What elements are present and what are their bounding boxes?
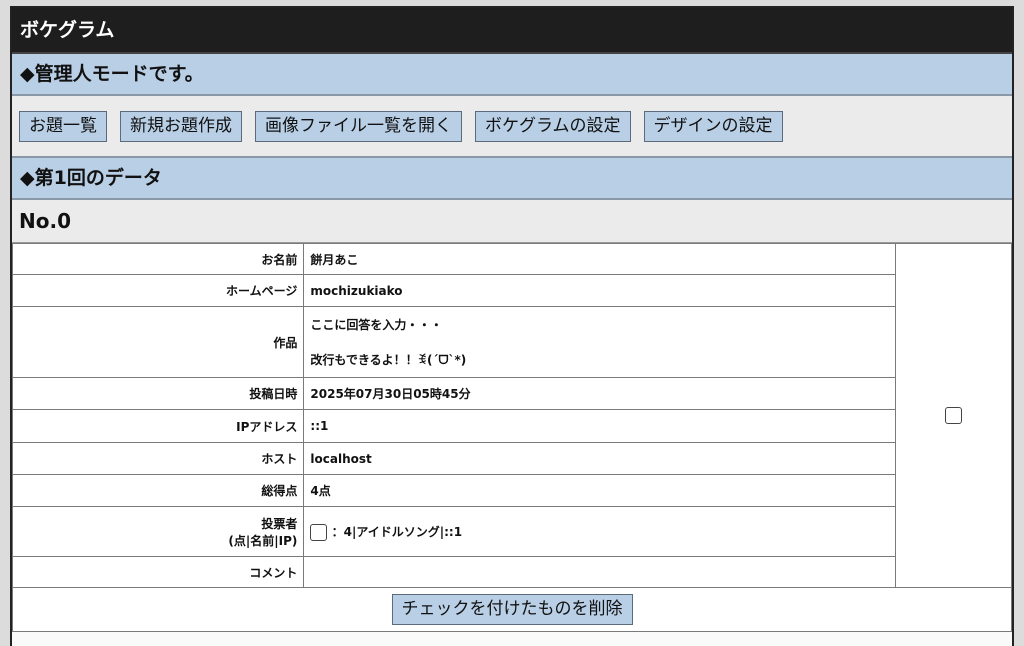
bokegram-settings-button[interactable]: ボケグラムの設定 [475, 110, 631, 142]
posted-value: 2025年07月30日05時45分 [303, 377, 897, 410]
voters-value: ：4|アイドルソング|::1 [303, 506, 897, 557]
voters-label-format: (点|名前|IP) [228, 533, 298, 548]
comment-label: コメント [12, 556, 305, 588]
ip-label: IPアドレス [12, 409, 305, 443]
host-label: ホスト [12, 442, 305, 475]
table-row: チェックを付けたものを削除 [12, 587, 1012, 632]
round-header: ◆第1回のデータ [12, 158, 1012, 200]
toolbar: お題一覧 新規お題作成 画像ファイル一覧を開く ボケグラムの設定 デザインの設定 [12, 96, 1012, 158]
table-row: お名前 餅月あこ [12, 243, 1012, 588]
vote-select-checkbox[interactable] [310, 523, 328, 541]
entry-select-cell [895, 243, 1012, 588]
work-label: 作品 [12, 306, 305, 378]
table-row: 投稿日時 2025年07月30日05時45分 [12, 377, 1012, 410]
topic-list-button[interactable]: お題一覧 [19, 110, 107, 142]
table-row: 総得点 4点 [12, 474, 1012, 507]
entry-select-checkbox[interactable] [945, 407, 963, 424]
table-row: ホームページ mochizukiako [12, 274, 1012, 307]
app-window: ボケグラム ◆管理人モードです。 お題一覧 新規お題作成 画像ファイル一覧を開く… [10, 6, 1014, 646]
work-line-2: 改行もできるよ！！ꉂ(ˊᗜˋ*) [310, 353, 467, 367]
name-label: お名前 [12, 243, 305, 275]
table-row: 投票者 (点|名前|IP) ：4|アイドルソング|::1 [12, 506, 1012, 557]
table-row: コメント [12, 556, 1012, 588]
work-value: ここに回答を入力・・・ 改行もできるよ！！ꉂ(ˊᗜˋ*) [303, 306, 897, 378]
image-file-list-button[interactable]: 画像ファイル一覧を開く [255, 110, 462, 142]
score-label: 総得点 [12, 474, 305, 507]
app-title: ボケグラム [12, 8, 1012, 54]
entry-table: お名前 餅月あこ ホームページ mochizukiako 作品 ここに回答を入力… [12, 243, 1012, 632]
comment-value [303, 556, 897, 588]
entry-number: No.0 [12, 200, 1012, 243]
table-row: ホスト localhost [12, 442, 1012, 475]
new-topic-button[interactable]: 新規お題作成 [120, 110, 242, 142]
host-value: localhost [303, 442, 897, 475]
score-value: 4点 [303, 474, 897, 507]
delete-row: チェックを付けたものを削除 [12, 587, 1012, 632]
voters-label-title: 投票者 [261, 516, 298, 531]
table-row: IPアドレス ::1 [12, 409, 1012, 443]
table-row: 作品 ここに回答を入力・・・ 改行もできるよ！！ꉂ(ˊᗜˋ*) [12, 306, 1012, 378]
homepage-label: ホームページ [12, 274, 305, 307]
vote-entry-text: ：4|アイドルソング|::1 [331, 524, 463, 539]
ip-value: ::1 [303, 409, 897, 443]
delete-checked-button[interactable]: チェックを付けたものを削除 [391, 594, 633, 625]
name-value: 餅月あこ [303, 243, 897, 275]
homepage-value: mochizukiako [303, 274, 897, 307]
admin-mode-notice: ◆管理人モードです。 [12, 54, 1012, 96]
work-line-1: ここに回答を入力・・・ [310, 318, 443, 332]
design-settings-button[interactable]: デザインの設定 [643, 110, 783, 142]
posted-label: 投稿日時 [12, 377, 305, 410]
voters-label: 投票者 (点|名前|IP) [12, 506, 305, 557]
